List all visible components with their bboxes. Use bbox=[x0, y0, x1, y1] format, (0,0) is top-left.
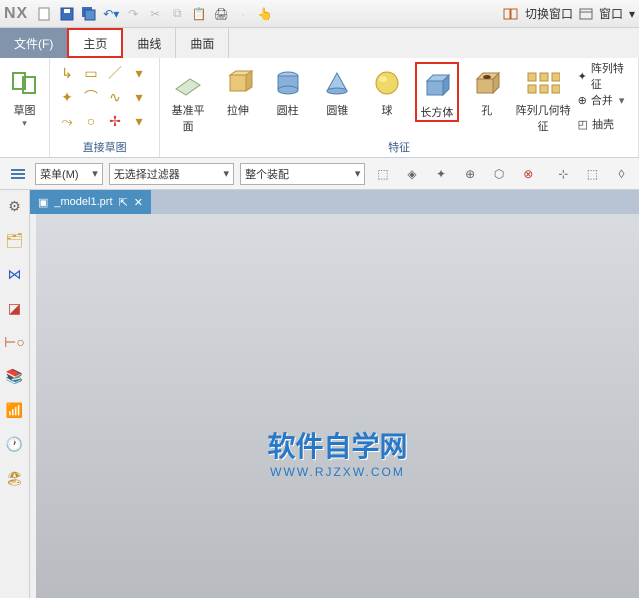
extrude-button[interactable]: 拉伸 bbox=[216, 62, 260, 118]
part-icon: ▣ bbox=[38, 196, 48, 209]
more3-icon[interactable]: ▾ bbox=[128, 110, 150, 132]
clock-icon[interactable]: 🕐 bbox=[5, 434, 25, 454]
touch-icon[interactable]: 👆 bbox=[256, 5, 274, 23]
file-menu[interactable]: 文件(F) bbox=[0, 28, 67, 58]
quick-access-toolbar: ↶▾ ↷ ✂ ⧉ 📋 🖨 · 👆 bbox=[36, 5, 274, 23]
move-icon[interactable]: ✢ bbox=[104, 110, 126, 132]
copy-icon[interactable]: ⧉ bbox=[168, 5, 186, 23]
work-area: ⚙ 🗂 ⋈ ◪ ⊢○ 📚 📶 🕐 🏖 ▣ _model1.prt ⇱ ✕ 软件自… bbox=[0, 190, 639, 598]
tab-popout-icon[interactable]: ⇱ bbox=[119, 196, 128, 209]
sep: · bbox=[234, 5, 252, 23]
snap-2-icon[interactable]: ⬚ bbox=[581, 162, 604, 186]
unite-button[interactable]: ⊕ 合并▾ bbox=[578, 90, 632, 110]
block-button[interactable]: 长方体 bbox=[415, 62, 459, 122]
assembly-navigator-icon[interactable]: ◪ bbox=[5, 298, 25, 318]
selection-filter-combo[interactable]: 无选择过滤器▾ bbox=[109, 163, 234, 185]
cylinder-button[interactable]: 圆柱 bbox=[266, 62, 310, 118]
group-sketch: 草图 ▾ bbox=[0, 58, 50, 157]
sphere-button[interactable]: 球 bbox=[365, 62, 409, 118]
point-icon[interactable]: ✦ bbox=[56, 86, 78, 108]
menu-dropdown[interactable]: 菜单(M)▾ bbox=[35, 163, 103, 185]
document-tab-strip: ▣ _model1.prt ⇱ ✕ bbox=[30, 190, 639, 214]
sel-tool-3-icon[interactable]: ✦ bbox=[430, 162, 453, 186]
tab-close-icon[interactable]: ✕ bbox=[134, 196, 143, 209]
paste-icon[interactable]: 📋 bbox=[190, 5, 208, 23]
more-icon[interactable]: ▾ bbox=[128, 62, 150, 84]
shell-button[interactable]: ◰ 抽壳 bbox=[578, 114, 632, 134]
group-direct-sketch: ↳ ▭ ／ ▾ ✦ ⌒ ∿ ▾ ⤳ ○ ✢ ▾ 直接草图 bbox=[50, 58, 160, 157]
document-tab[interactable]: ▣ _model1.prt ⇱ ✕ bbox=[30, 190, 151, 214]
sel-tool-5-icon[interactable]: ⬡ bbox=[488, 162, 511, 186]
window-label[interactable]: 窗口 bbox=[599, 5, 623, 22]
datum-plane-button[interactable]: 基准平面 bbox=[166, 62, 210, 134]
print-icon[interactable]: 🖨 bbox=[212, 5, 230, 23]
web-browser-icon[interactable]: 📶 bbox=[5, 400, 25, 420]
resource-bar: ⚙ 🗂 ⋈ ◪ ⊢○ 📚 📶 🕐 🏖 bbox=[0, 190, 30, 598]
gear-icon[interactable]: ⚙ bbox=[5, 196, 25, 216]
tab-home[interactable]: 主页 bbox=[67, 28, 123, 58]
snap-3-icon[interactable]: ◊ bbox=[610, 162, 633, 186]
sel-tool-1-icon[interactable]: ⬚ bbox=[371, 162, 394, 186]
selection-bar: 菜单(M)▾ 无选择过滤器▾ 整个装配▾ ⬚ ◈ ✦ ⊕ ⬡ ⊗ ⊹ ⬚ ◊ bbox=[0, 158, 639, 190]
profile-icon[interactable]: ↳ bbox=[56, 62, 78, 84]
snap-1-icon[interactable]: ⊹ bbox=[552, 162, 575, 186]
pattern-geometry-button[interactable]: 阵列几何特征 bbox=[515, 62, 572, 134]
part-navigator-icon[interactable]: 🗂 bbox=[5, 230, 25, 250]
hole-button[interactable]: 孔 bbox=[465, 62, 509, 118]
sel-tool-4-icon[interactable]: ⊕ bbox=[459, 162, 482, 186]
ribbon: 草图 ▾ ↳ ▭ ／ ▾ ✦ ⌒ ∿ ▾ ⤳ ○ ✢ ▾ 直接草图 bbox=[0, 58, 639, 158]
menu-toggle-icon[interactable] bbox=[6, 162, 29, 186]
app-logo: NX bbox=[4, 5, 28, 23]
group-feature: 基准平面 拉伸 圆柱 圆锥 球 长方体 bbox=[160, 58, 639, 157]
reuse-library-icon[interactable]: ⊢○ bbox=[5, 332, 25, 352]
more2-icon[interactable]: ▾ bbox=[128, 86, 150, 108]
tab-curve[interactable]: 曲线 bbox=[123, 28, 176, 58]
roles-icon[interactable]: 🏖 bbox=[5, 468, 25, 488]
pattern-feature-button[interactable]: ✦ 阵列特征 bbox=[578, 66, 632, 86]
pattern-feature-icon: ✦ bbox=[578, 70, 587, 83]
switch-window-label[interactable]: 切换窗口 bbox=[525, 5, 573, 22]
line-icon[interactable]: ／ bbox=[104, 62, 126, 84]
switch-window-icon[interactable] bbox=[503, 7, 519, 21]
redo-icon[interactable]: ↷ bbox=[124, 5, 142, 23]
rectangle-icon[interactable]: ▭ bbox=[80, 62, 102, 84]
sel-tool-6-icon[interactable]: ⊗ bbox=[517, 162, 540, 186]
window-dropdown-icon[interactable]: ▾ bbox=[629, 7, 635, 21]
cone-button[interactable]: 圆锥 bbox=[315, 62, 359, 118]
watermark: 软件自学网 WWW.RJZXW.COM bbox=[267, 425, 407, 479]
spline-icon[interactable]: ∿ bbox=[104, 86, 126, 108]
window-icon[interactable] bbox=[579, 8, 593, 20]
circle-icon[interactable]: ○ bbox=[80, 110, 102, 132]
unite-icon: ⊕ bbox=[578, 94, 587, 107]
sketch-button[interactable]: 草图 ▾ bbox=[6, 62, 43, 129]
title-bar: NX ↶▾ ↷ ✂ ⧉ 📋 🖨 · 👆 切换窗口 窗口 ▾ bbox=[0, 0, 639, 28]
new-icon[interactable] bbox=[36, 5, 54, 23]
shell-icon: ◰ bbox=[578, 118, 588, 131]
arc-icon[interactable]: ⌒ bbox=[80, 86, 102, 108]
undo-icon[interactable]: ↶▾ bbox=[102, 5, 120, 23]
graphics-canvas[interactable]: 软件自学网 WWW.RJZXW.COM bbox=[30, 214, 639, 598]
save-all-icon[interactable] bbox=[80, 5, 98, 23]
cut-icon[interactable]: ✂ bbox=[146, 5, 164, 23]
studio-icon[interactable]: ⤳ bbox=[56, 110, 78, 132]
menu-bar: 文件(F) 主页 曲线 曲面 bbox=[0, 28, 639, 58]
selection-scope-combo[interactable]: 整个装配▾ bbox=[240, 163, 365, 185]
save-icon[interactable] bbox=[58, 5, 76, 23]
sel-tool-2-icon[interactable]: ◈ bbox=[400, 162, 423, 186]
tab-surface[interactable]: 曲面 bbox=[176, 28, 229, 58]
constraint-navigator-icon[interactable]: ⋈ bbox=[5, 264, 25, 284]
history-icon[interactable]: 📚 bbox=[5, 366, 25, 386]
